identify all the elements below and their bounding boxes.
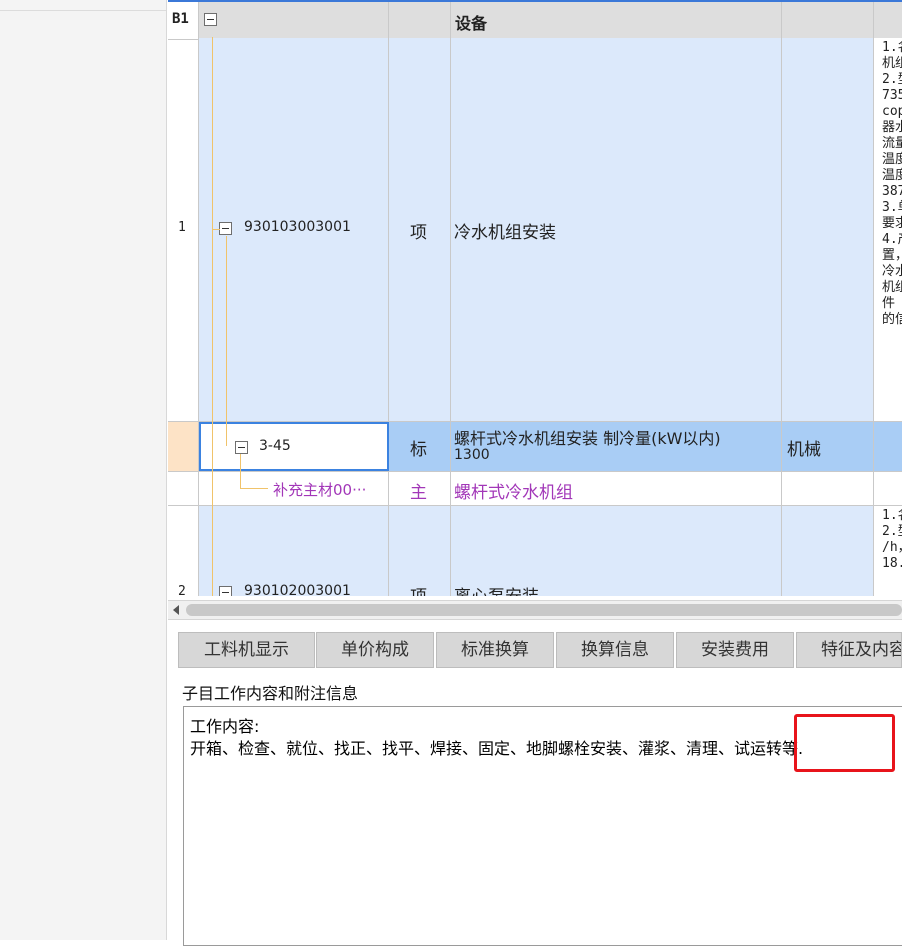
scrollbar-thumb[interactable] bbox=[186, 604, 902, 616]
highlight-annotation-box bbox=[794, 714, 895, 772]
row-index-cell bbox=[168, 422, 199, 471]
header-cell-index: B1 bbox=[168, 2, 199, 39]
collapse-icon[interactable] bbox=[219, 222, 232, 235]
tab-unit-price[interactable]: 单价构成 bbox=[316, 632, 434, 668]
type-cell: 项 bbox=[389, 38, 451, 421]
type-cell: 主 bbox=[389, 472, 451, 505]
name-cell: 螺杆式冷水机组安装 制冷量(kW以内) 1300 bbox=[451, 422, 782, 471]
row-index: 2 bbox=[178, 584, 186, 596]
item-unit: 机械 bbox=[787, 440, 821, 460]
collapse-icon[interactable] bbox=[235, 441, 248, 454]
code-cell: 930102003001 bbox=[199, 506, 389, 596]
header-cell-name: 设备 bbox=[451, 2, 782, 39]
feature-cell bbox=[874, 422, 902, 471]
tree-line bbox=[226, 236, 227, 446]
horizontal-scrollbar[interactable] bbox=[168, 600, 902, 620]
item-code: 930103003001 bbox=[244, 219, 351, 235]
section-label: 子目工作内容和附注信息 bbox=[182, 684, 359, 703]
table-row-material[interactable]: 补充主材00··· 主 螺杆式冷水机组 bbox=[168, 472, 902, 506]
item-code: 3-45 bbox=[259, 438, 291, 454]
type-cell: 项 bbox=[389, 506, 451, 596]
item-feature-text: 1.名 机组 2.型 735 cop 器水 流量 温度 温度 387 3.单 要… bbox=[882, 40, 902, 327]
tab-features[interactable]: 特征及内容 bbox=[796, 632, 902, 668]
left-panel-divider bbox=[0, 10, 166, 11]
item-code: 补充主材00··· bbox=[273, 481, 367, 499]
code-cell: 补充主材00··· bbox=[199, 472, 389, 505]
item-type: 项 bbox=[410, 582, 427, 596]
header-cell-feature bbox=[874, 2, 902, 39]
type-cell: 标 bbox=[389, 422, 451, 471]
code-cell: 930103003001 bbox=[199, 38, 389, 421]
scroll-left-icon[interactable] bbox=[173, 605, 179, 615]
tab-standard-conversion[interactable]: 标准换算 bbox=[436, 632, 554, 668]
item-type: 标 bbox=[410, 440, 427, 460]
header-cell-code bbox=[199, 2, 389, 39]
section-code: B1 bbox=[172, 11, 189, 27]
section-name: 设备 bbox=[455, 14, 488, 33]
unit-cell: 机械 bbox=[782, 422, 874, 471]
tree-line bbox=[212, 229, 220, 230]
unit-cell bbox=[782, 506, 874, 596]
bill-of-quantities-grid[interactable]: B1 设备 1 930103003001 项 冷水机组安装 1.名 机组 2.型… bbox=[168, 0, 902, 596]
item-name: 离心泵安装 bbox=[454, 582, 539, 596]
table-header-row: B1 设备 bbox=[168, 0, 902, 40]
header-cell-unit bbox=[782, 2, 874, 39]
item-name: 冷水机组安装 bbox=[454, 223, 556, 243]
tab-labor-material-machine[interactable]: 工料机显示 bbox=[178, 632, 315, 668]
code-cell: 3-45 bbox=[199, 422, 389, 471]
tree-line bbox=[212, 37, 213, 596]
feature-cell bbox=[874, 472, 902, 505]
item-code: 930102003001 bbox=[244, 583, 351, 596]
item-name: 螺杆式冷水机组安装 制冷量(kW以内) bbox=[454, 429, 721, 448]
left-panel bbox=[0, 0, 167, 940]
item-name-line2: 1300 bbox=[454, 447, 490, 463]
name-cell: 离心泵安装 bbox=[451, 506, 782, 596]
work-content-title: 工作内容: bbox=[190, 717, 260, 736]
collapse-icon[interactable] bbox=[219, 586, 232, 596]
row-index: 1 bbox=[178, 220, 186, 235]
table-row[interactable]: 2 930102003001 项 离心泵安装 1.名 2.型 /h， 18. bbox=[168, 506, 902, 596]
table-row-selected[interactable]: 3-45 标 螺杆式冷水机组安装 制冷量(kW以内) 1300 机械 bbox=[168, 422, 902, 472]
work-content-text: 开箱、检查、就位、找正、找平、焊接、固定、地脚螺栓安装、灌浆、清理、试运转等. bbox=[190, 739, 804, 758]
item-feature-text: 1.名 2.型 /h， 18. bbox=[882, 508, 902, 571]
row-index-cell bbox=[168, 472, 199, 505]
table-row[interactable]: 1 930103003001 项 冷水机组安装 1.名 机组 2.型 735 c… bbox=[168, 38, 902, 422]
name-cell: 螺杆式冷水机组 bbox=[451, 472, 782, 505]
tab-installation-cost[interactable]: 安装费用 bbox=[676, 632, 794, 668]
item-type: 项 bbox=[410, 223, 427, 243]
tab-conversion-info[interactable]: 换算信息 bbox=[556, 632, 674, 668]
row-index-cell: 2 bbox=[168, 506, 199, 596]
feature-cell: 1.名 机组 2.型 735 cop 器水 流量 温度 温度 387 3.单 要… bbox=[874, 38, 902, 421]
feature-cell: 1.名 2.型 /h， 18. bbox=[874, 506, 902, 596]
unit-cell bbox=[782, 38, 874, 421]
header-cell-type bbox=[389, 2, 451, 39]
unit-cell bbox=[782, 472, 874, 505]
name-cell: 冷水机组安装 bbox=[451, 38, 782, 421]
tree-line bbox=[240, 454, 241, 489]
item-name: 螺杆式冷水机组 bbox=[454, 483, 573, 503]
item-type: 主 bbox=[410, 483, 427, 503]
collapse-icon[interactable] bbox=[204, 13, 217, 26]
tree-line bbox=[240, 488, 268, 489]
row-index-cell: 1 bbox=[168, 38, 199, 421]
